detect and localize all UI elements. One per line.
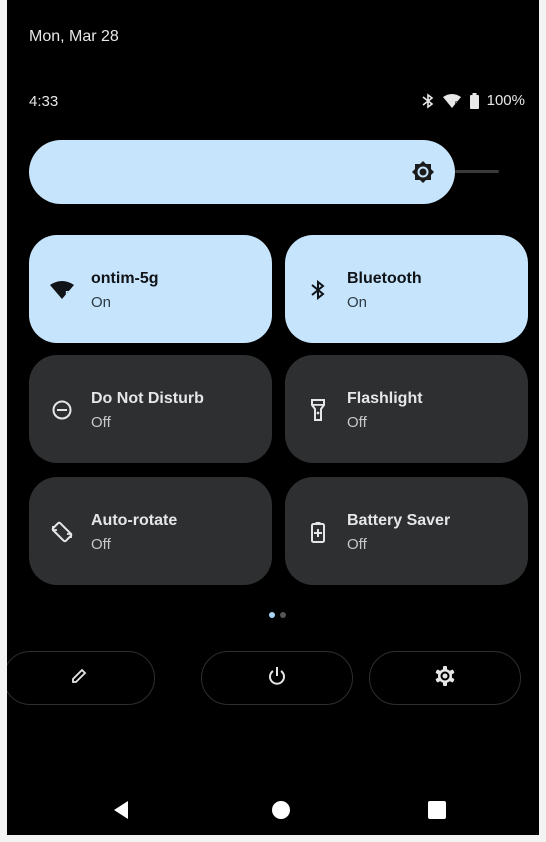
wifi-icon: 5 [49, 277, 75, 303]
page-dot-active [269, 612, 275, 618]
date-label: Mon, Mar 28 [29, 28, 119, 45]
tile-state: On [91, 294, 112, 311]
auto-rotate-icon [49, 519, 75, 545]
tile-state: Off [347, 536, 367, 553]
battery-icon [469, 92, 479, 109]
tile-flashlight[interactable]: Flashlight Off [285, 355, 528, 463]
svg-text:5: 5 [65, 290, 71, 299]
tile-title: Battery Saver [347, 512, 451, 529]
recents-icon [427, 801, 447, 824]
tile-title: Bluetooth [347, 270, 422, 287]
time-label: 4:33 [29, 93, 59, 110]
tile-wifi[interactable]: 5 ontim-5g On [29, 235, 272, 343]
flashlight-icon [305, 397, 331, 423]
battery-saver-icon [305, 519, 331, 545]
tile-state: Off [91, 414, 111, 431]
brightness-track[interactable] [455, 170, 499, 173]
wifi-icon: 5 [442, 93, 462, 109]
svg-text:5: 5 [454, 101, 458, 108]
back-button[interactable] [112, 800, 130, 825]
tile-title: Auto-rotate [91, 512, 178, 529]
page-indicator [269, 612, 286, 618]
edit-button[interactable] [7, 651, 155, 705]
bluetooth-icon [422, 92, 434, 109]
status-icons: 5 100% [422, 92, 525, 109]
edit-icon [70, 667, 88, 690]
settings-button[interactable] [369, 651, 521, 705]
recents-button[interactable] [427, 800, 447, 825]
home-icon [271, 801, 291, 824]
brightness-slider[interactable] [29, 140, 455, 204]
bluetooth-icon [305, 277, 331, 303]
power-button[interactable] [201, 651, 353, 705]
power-icon [267, 666, 287, 691]
home-button[interactable] [271, 800, 291, 825]
tile-state: Off [91, 536, 111, 553]
settings-icon [434, 665, 456, 692]
quick-settings-screen: Mon, Mar 28 4:33 5 100% 5 ontim-5g On Bl… [7, 0, 539, 835]
page-dot [280, 612, 286, 618]
tile-state: Off [347, 414, 367, 431]
battery-percent: 100% [486, 92, 525, 109]
back-icon [112, 801, 130, 824]
brightness-icon [411, 160, 435, 189]
tile-battery-saver[interactable]: Battery Saver Off [285, 477, 528, 585]
tile-title: ontim-5g [91, 270, 159, 287]
tile-title: Do Not Disturb [91, 390, 204, 407]
tile-do-not-disturb[interactable]: Do Not Disturb Off [29, 355, 272, 463]
tile-bluetooth[interactable]: Bluetooth On [285, 235, 528, 343]
tile-auto-rotate[interactable]: Auto-rotate Off [29, 477, 272, 585]
tile-title: Flashlight [347, 390, 423, 407]
do-not-disturb-icon [49, 397, 75, 423]
tile-state: On [347, 294, 368, 311]
